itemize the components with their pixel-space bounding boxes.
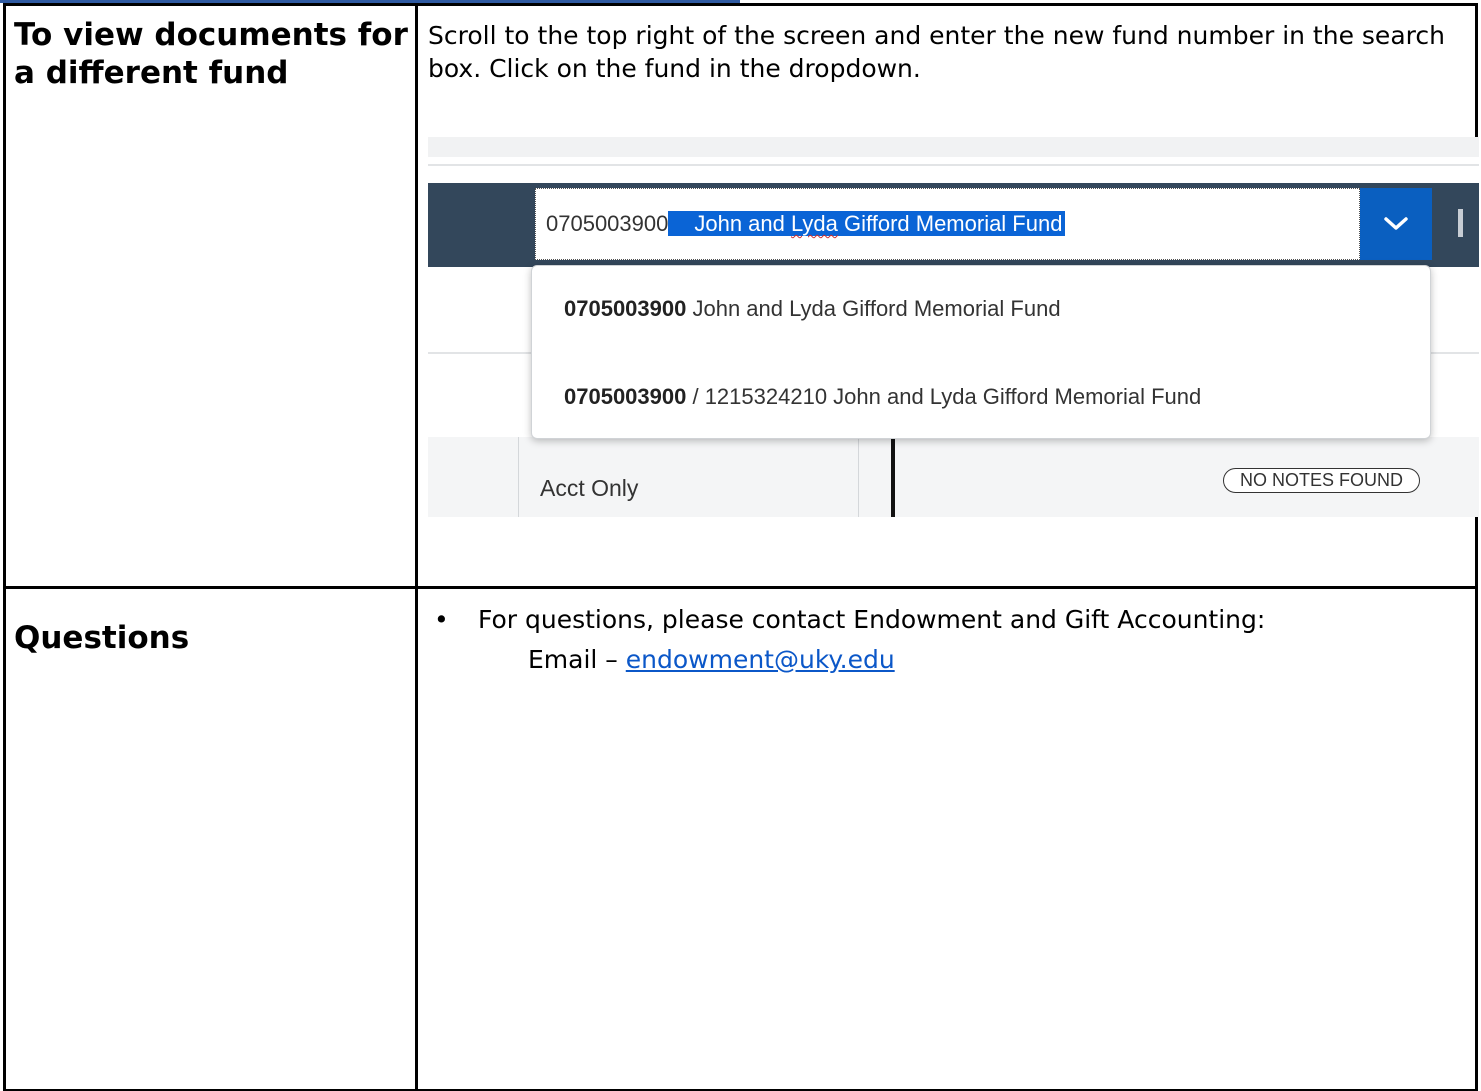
spellcheck-word: Lyda (791, 211, 838, 236)
search-selected-text: John and Lyda Gifford Memorial Fund (668, 211, 1066, 236)
list-item: • For questions, please contact Endowmen… (418, 589, 1475, 636)
no-notes-badge: NO NOTES FOUND (1223, 468, 1421, 493)
table-row: To view documents for a different fund S… (3, 3, 1479, 589)
dropdown-toggle-button[interactable] (1360, 188, 1432, 260)
document-page: To view documents for a different fund S… (0, 0, 1481, 1091)
email-prefix: Email – (528, 645, 626, 674)
selected-text-part: John and (694, 211, 791, 236)
column-divider (858, 437, 859, 517)
dropdown-option[interactable]: 0705003900 / 1215324210 John and Lyda Gi… (564, 384, 1201, 410)
option-fund-number: 0705003900 (564, 384, 687, 409)
search-fund-number: 0705003900 (546, 211, 669, 236)
selected-text-part: Gifford Memorial Fund (837, 211, 1063, 236)
fund-dropdown-list: 0705003900 John and Lyda Gifford Memoria… (531, 265, 1431, 439)
chevron-down-icon (1384, 217, 1408, 230)
fund-search-input[interactable]: 0705003900 John and Lyda Gifford Memorial… (535, 188, 1360, 260)
table-cell: Acct Only (540, 475, 639, 501)
email-link[interactable]: endowment@uky.edu (626, 645, 895, 674)
column-divider (891, 437, 895, 517)
row-label: To view documents for a different fund (14, 17, 408, 91)
row-label-cell: Questions (3, 586, 418, 1091)
row-label-cell: To view documents for a different fund (3, 3, 418, 589)
instruction-text: Scroll to the top right of the screen an… (428, 21, 1445, 83)
table-row: Questions • For questions, please contac… (3, 586, 1478, 1091)
dropdown-option[interactable]: 0705003900 John and Lyda Gifford Memoria… (564, 296, 1061, 322)
row-content-cell: Scroll to the top right of the screen an… (415, 3, 1479, 589)
option-fund-number: 0705003900 (564, 296, 687, 321)
cut-off-toolbar-item (1458, 209, 1463, 237)
screenshot-top-strip (428, 137, 1479, 157)
fund-search-value: 0705003900 John and Lyda Gifford Memorial… (546, 207, 1066, 241)
row-label: Questions (14, 620, 190, 656)
option-fund-name: / 1215324210 John and Lyda Gifford Memor… (686, 384, 1202, 409)
column-divider (518, 437, 519, 517)
embedded-screenshot: 0705003900 John and Lyda Gifford Memorial… (428, 137, 1479, 517)
row-content-cell: • For questions, please contact Endowmen… (415, 586, 1478, 1091)
bullet-text: For questions, please contact Endowment … (478, 605, 1266, 634)
screenshot-divider (428, 164, 1479, 166)
email-line: Email – endowment@uky.edu (418, 636, 1475, 676)
instruction-table: To view documents for a different fund S… (3, 3, 1479, 1091)
bullet-icon: • (434, 605, 449, 634)
option-fund-name: John and Lyda Gifford Memorial Fund (686, 296, 1061, 321)
